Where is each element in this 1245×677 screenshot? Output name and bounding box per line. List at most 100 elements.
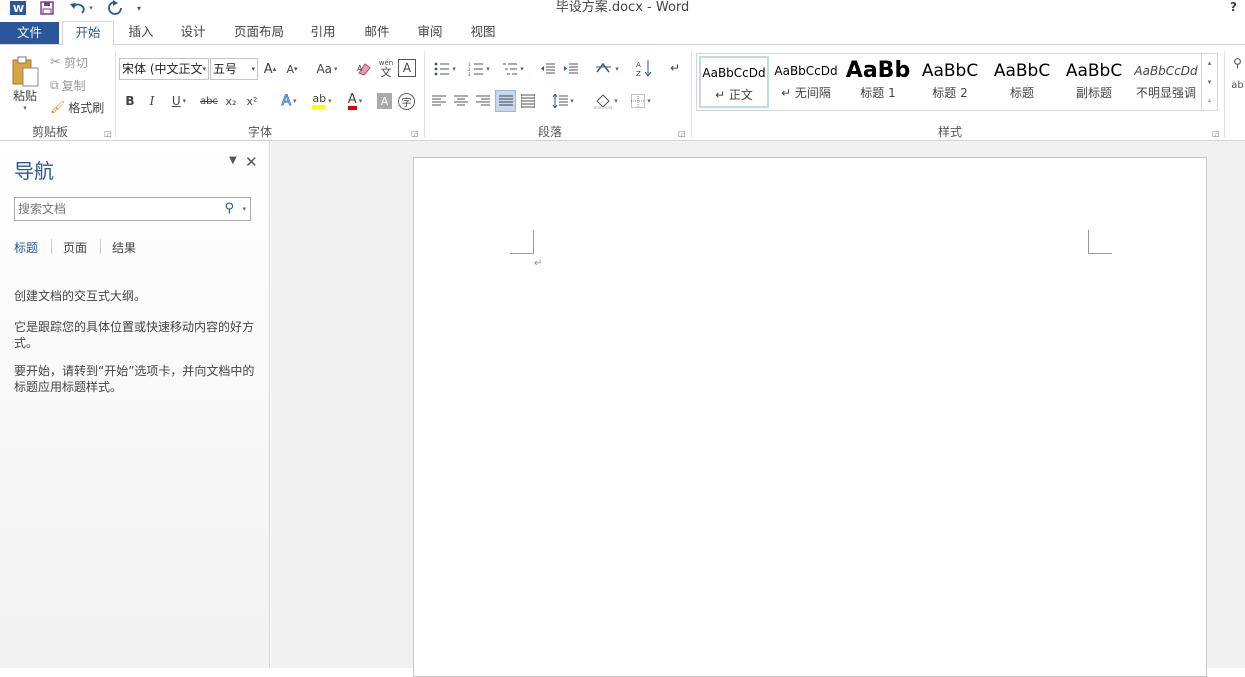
font-name-combo[interactable]: 宋体 (中文正文 ▾ xyxy=(119,58,209,80)
style-subtitle[interactable]: AaBbC 副标题 xyxy=(1059,56,1129,108)
cut-button[interactable]: ✂ 剪切 xyxy=(50,53,88,71)
search-icon[interactable]: ⚲ xyxy=(224,198,234,220)
sort-icon[interactable]: AZ xyxy=(634,57,654,79)
character-border-icon[interactable]: A xyxy=(398,59,416,77)
bold-button[interactable]: B xyxy=(122,91,138,111)
underline-label: U xyxy=(171,94,181,108)
clear-formatting-icon[interactable]: A xyxy=(355,59,373,79)
superscript-button[interactable]: x² xyxy=(243,91,261,111)
numbering-icon[interactable]: 1 2 3 ▾ xyxy=(464,59,494,79)
line-spacing-icon[interactable]: ▾ xyxy=(548,91,578,111)
paste-button[interactable]: 粘贴 xyxy=(8,87,42,103)
nav-tab-pages[interactable]: 页面 xyxy=(63,239,87,256)
tab-page-layout[interactable]: 页面布局 xyxy=(226,21,292,45)
text-effects-button[interactable]: A ▾ xyxy=(275,91,303,111)
tab-review[interactable]: 审阅 xyxy=(407,21,453,45)
increase-indent-icon[interactable] xyxy=(561,59,581,79)
enclose-characters-icon[interactable]: 字 xyxy=(398,93,415,110)
tab-home[interactable]: 开始 xyxy=(62,21,114,46)
font-launcher-icon[interactable]: ◲ xyxy=(411,129,419,138)
divider xyxy=(51,239,52,254)
cut-label: 剪切 xyxy=(63,55,88,70)
nav-tab-results[interactable]: 结果 xyxy=(112,239,136,256)
style-preview: AaBbCcDd xyxy=(774,64,838,78)
gallery-more-icon[interactable]: ⩡ xyxy=(1201,92,1217,110)
change-case-button[interactable]: Aa ▾ xyxy=(312,59,342,79)
tab-references[interactable]: 引用 xyxy=(300,21,346,45)
style-heading-2[interactable]: AaBbC 标题 2 xyxy=(915,56,985,108)
paragraph-launcher-icon[interactable]: ◲ xyxy=(678,129,686,138)
clipboard-group-label: 剪贴板 xyxy=(31,125,68,139)
styles-gallery: AaBbCcDd ↵ 正文 AaBbCcDd ↵ 无间隔 AaBb 标题 1 A… xyxy=(696,53,1218,111)
subscript-button[interactable]: x₂ xyxy=(222,91,240,111)
tab-view[interactable]: 视图 xyxy=(460,21,506,45)
scissors-icon: ✂ xyxy=(50,54,61,70)
nav-title: 导航 xyxy=(14,159,54,183)
style-title[interactable]: AaBbC 标题 xyxy=(987,56,1057,108)
font-group-label: 字体 xyxy=(247,125,272,139)
window-title: 毕设方案.docx - Word xyxy=(555,0,690,15)
borders-icon[interactable]: ▾ xyxy=(626,91,656,111)
style-preview: AaBbC xyxy=(1065,61,1123,81)
replace-icon[interactable]: ab xyxy=(1230,75,1245,95)
chevron-down-icon[interactable]: ▾ xyxy=(242,198,246,220)
nav-tab-headings[interactable]: 标题 xyxy=(14,239,38,256)
gallery-scroll-down-icon[interactable]: ▾ xyxy=(1201,73,1217,91)
nav-help-text: 要开始，请转到“开始”选项卡，并向文档中的标题应用标题样式。 xyxy=(14,364,255,394)
nav-help-text: 它是跟踪您的具体位置或快速移动内容的好方式。 xyxy=(14,320,255,350)
style-normal[interactable]: AaBbCcDd ↵ 正文 xyxy=(699,56,769,108)
styles-launcher-icon[interactable]: ◲ xyxy=(1212,129,1220,138)
character-shading-icon[interactable]: A xyxy=(377,93,392,109)
chevron-down-icon: ▾ xyxy=(251,65,255,73)
highlight-button[interactable]: ab ▾ xyxy=(307,91,337,111)
phonetic-guide-icon[interactable]: wén 文 xyxy=(376,57,396,79)
align-right-icon[interactable] xyxy=(474,92,492,110)
multilevel-list-icon[interactable]: ▾ xyxy=(498,59,528,79)
find-icon[interactable]: ⚲ xyxy=(1230,53,1245,73)
style-subtle-emphasis[interactable]: AaBbCcDd 不明显强调 xyxy=(1131,56,1201,108)
format-painter-button[interactable]: 🖌 格式刷 xyxy=(50,98,104,116)
chinese-layout-icon[interactable]: ▾ xyxy=(592,59,622,79)
grow-font-button[interactable]: A ▴ xyxy=(262,59,278,79)
close-icon[interactable]: ✕ xyxy=(245,153,258,171)
align-left-icon[interactable] xyxy=(430,92,448,110)
show-hide-marks-icon[interactable]: ↵ xyxy=(666,57,684,79)
italic-button[interactable]: I xyxy=(144,91,160,111)
shading-icon[interactable]: ▾ xyxy=(590,91,622,111)
paste-dropdown-icon[interactable]: ▾ xyxy=(8,103,42,113)
align-center-icon[interactable] xyxy=(452,92,470,110)
tab-file[interactable]: 文件 xyxy=(0,22,59,45)
paragraph-mark-icon: ↵ xyxy=(534,258,543,269)
tab-design[interactable]: 设计 xyxy=(170,21,216,45)
decrease-indent-icon[interactable] xyxy=(538,59,558,79)
style-preview: AaBbC xyxy=(921,61,979,81)
navigation-pane: 导航 ▼ ✕ 搜索文档 ⚲ ▾ 标题 页面 结果 创建文档的交互式大纲。 它是跟… xyxy=(0,141,270,668)
paste-icon[interactable] xyxy=(8,55,42,89)
style-preview: AaBb xyxy=(845,58,911,83)
font-color-icon: A xyxy=(347,93,357,110)
shrink-font-label: A xyxy=(286,62,294,76)
underline-button[interactable]: U ▾ xyxy=(166,91,192,111)
style-heading-1[interactable]: AaBb 标题 1 xyxy=(843,56,913,108)
search-input[interactable]: 搜索文档 ⚲ ▾ xyxy=(14,197,251,221)
shrink-font-button[interactable]: A ▾ xyxy=(284,59,300,79)
help-icon[interactable]: ? xyxy=(1230,0,1237,14)
nav-options-icon[interactable]: ▼ xyxy=(229,155,237,166)
font-color-button[interactable]: A ▾ xyxy=(340,91,370,111)
tab-mailings[interactable]: 邮件 xyxy=(354,21,400,45)
style-name: 标题 2 xyxy=(932,86,968,100)
copy-icon: ⧉ xyxy=(50,77,59,92)
style-no-spacing[interactable]: AaBbCcDd ↵ 无间隔 xyxy=(771,56,841,108)
gallery-scroll-up-icon[interactable]: ▴ xyxy=(1201,54,1217,72)
justify-icon[interactable] xyxy=(495,90,516,112)
tab-insert[interactable]: 插入 xyxy=(118,21,164,45)
clipboard-launcher-icon[interactable]: ◲ xyxy=(104,129,112,138)
document-page[interactable]: ↵ xyxy=(413,157,1207,677)
distributed-icon[interactable] xyxy=(519,92,537,110)
bullets-icon[interactable]: ▾ xyxy=(430,59,460,79)
style-name: 标题 xyxy=(1009,86,1034,100)
brush-icon: 🖌 xyxy=(50,100,66,114)
font-size-combo[interactable]: 五号 ▾ xyxy=(210,58,258,80)
strikethrough-button[interactable]: abc xyxy=(198,91,220,111)
copy-button[interactable]: ⧉ 复制 xyxy=(50,76,86,94)
